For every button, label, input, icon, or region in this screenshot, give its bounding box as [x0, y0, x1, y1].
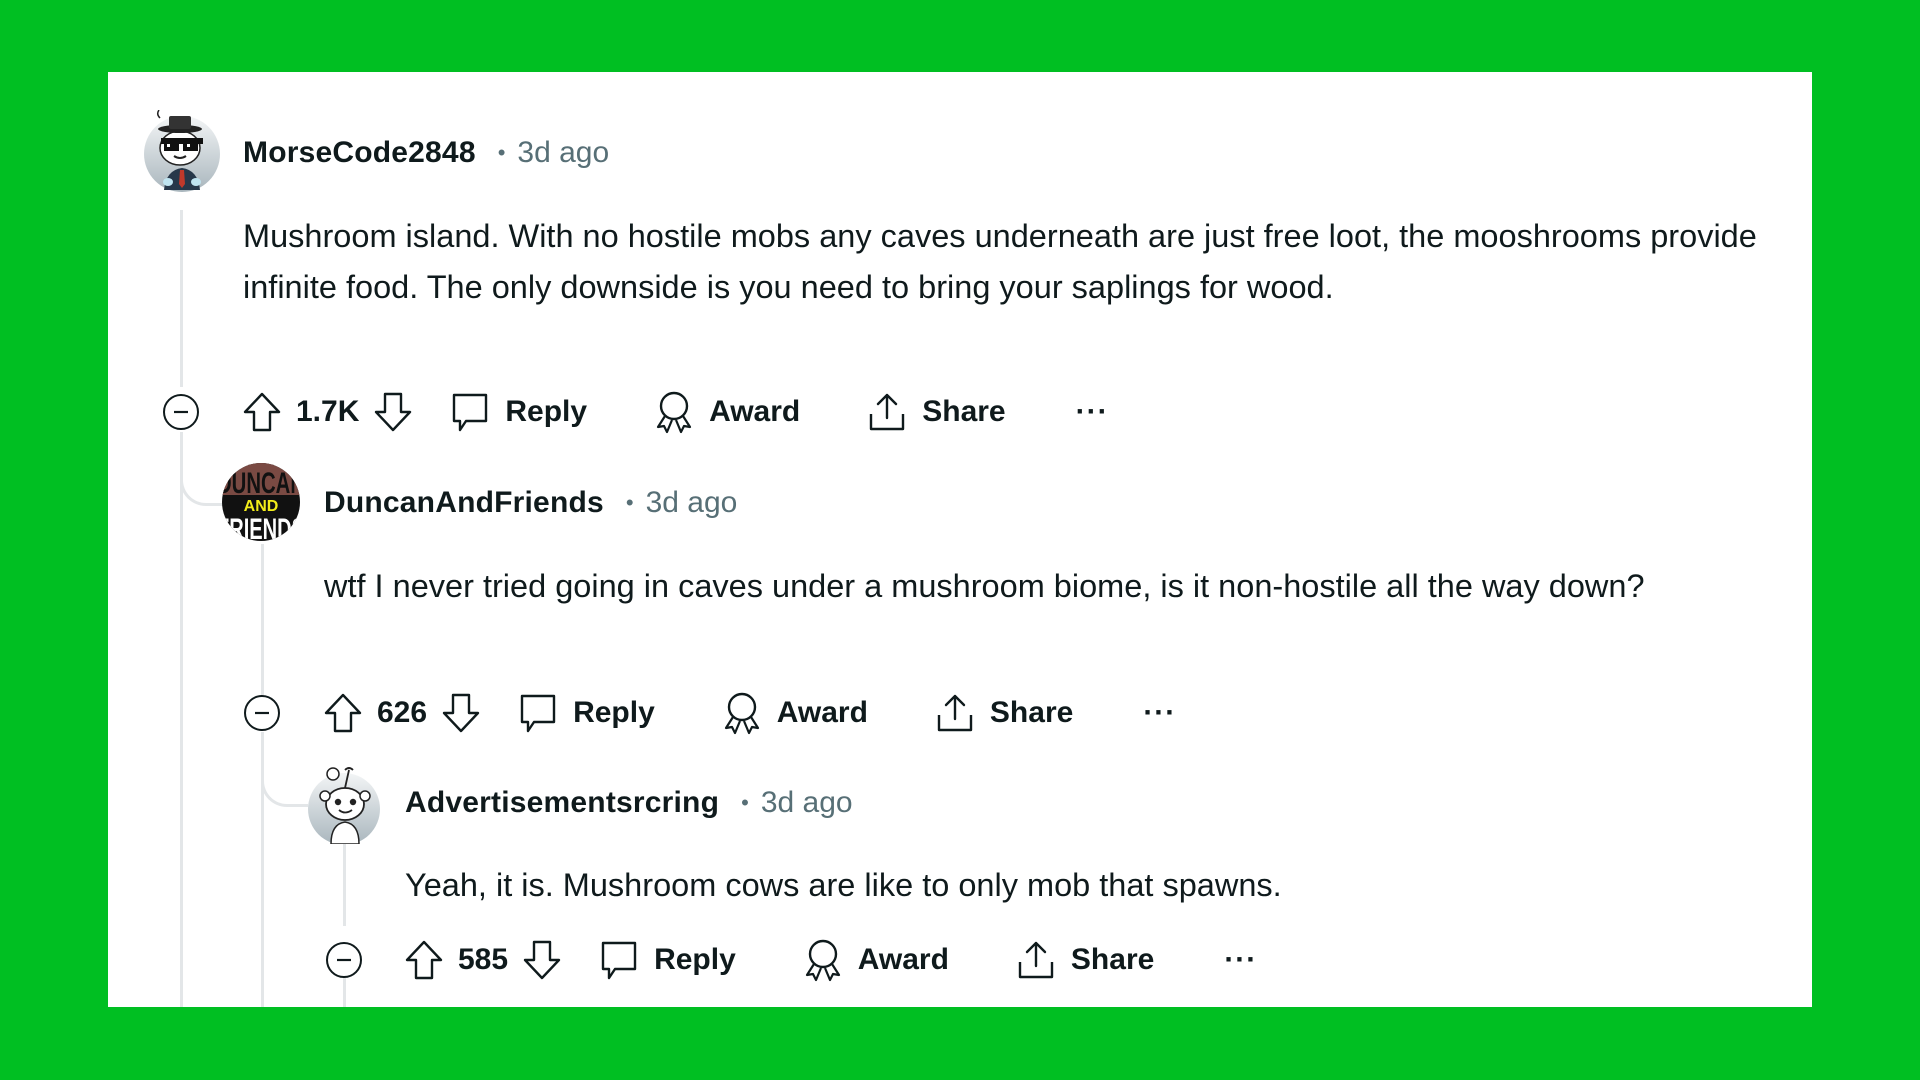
more-options-button[interactable]: ··· [1224, 943, 1257, 977]
upvote-arrow-icon[interactable] [242, 390, 282, 434]
share-button[interactable]: Share [1015, 938, 1154, 982]
award-ribbon-icon [724, 692, 759, 735]
thread-line-level-3[interactable] [343, 842, 346, 926]
award-button[interactable]: Award [802, 937, 949, 983]
comment-body: Mushroom island. With no hostile mobs an… [243, 218, 1757, 305]
duncan-and-friends-logo-icon: DUNCAN AND FRIENDS [222, 463, 300, 541]
reply-label: Reply [654, 943, 736, 976]
share-label: Share [989, 696, 1074, 729]
avatar-text-bot: FRIENDS [222, 513, 300, 541]
separator-dot: • [497, 140, 506, 165]
award-button[interactable]: Award [721, 690, 868, 736]
comment-meta: MorseCode2848 • 3d ago [243, 133, 609, 173]
more-options-button[interactable]: ··· [1076, 395, 1109, 429]
separator-dot: • [741, 790, 749, 815]
share-button[interactable]: Share [934, 691, 1073, 735]
avatar[interactable]: DUNCAN AND FRIENDS [222, 463, 300, 541]
upvote-arrow-icon[interactable] [323, 691, 363, 735]
reply-button[interactable]: Reply [517, 691, 655, 735]
avatar[interactable] [142, 109, 220, 192]
comment-meta: DuncanAndFriends • 3d ago [324, 483, 737, 523]
thread-branch-curve [261, 732, 308, 807]
downvote-arrow-icon[interactable] [522, 938, 562, 982]
thread-line-level-1[interactable] [180, 210, 183, 387]
award-ribbon-icon [656, 391, 692, 434]
share-label: Share [1070, 943, 1155, 976]
award-label: Award [857, 943, 949, 976]
snoo-avatar-hat-sunglasses-icon [144, 109, 220, 192]
collapse-thread-icon[interactable] [325, 941, 363, 979]
reply-label: Reply [505, 395, 588, 428]
username[interactable]: DuncanAndFriends [324, 486, 604, 520]
downvote-arrow-icon[interactable] [373, 390, 413, 434]
comment-bubble-icon [601, 941, 637, 980]
share-button[interactable]: Share [866, 390, 1006, 434]
vote-count: 626 [377, 696, 428, 729]
share-upload-icon [870, 393, 905, 431]
comment-actions: 1.7K Reply Award Share ··· [242, 387, 1109, 437]
share-label: Share [922, 395, 1006, 428]
avatar-text-top: DUNCAN [222, 467, 300, 500]
avatar[interactable] [305, 764, 383, 845]
upvote-arrow-icon[interactable] [404, 938, 444, 982]
award-button[interactable]: Award [653, 389, 800, 435]
snoo-default-avatar-icon [308, 767, 380, 845]
comment-body: wtf I never tried going in caves under a… [324, 568, 1645, 604]
thread-line-level-1-continued[interactable] [180, 432, 183, 1007]
comment-actions: 626 Reply Award Share ··· [323, 688, 1176, 738]
comment-body: Yeah, it is. Mushroom cows are like to o… [405, 867, 1282, 903]
more-options-button[interactable]: ··· [1143, 696, 1176, 730]
award-label: Award [709, 395, 801, 428]
timestamp[interactable]: 3d ago [517, 136, 609, 170]
thread-line-level-3-continued[interactable] [343, 978, 346, 1007]
share-upload-icon [1018, 941, 1054, 979]
vote-count: 585 [458, 943, 509, 976]
award-label: Award [776, 696, 868, 729]
thread-branch-curve [180, 432, 225, 506]
reply-button[interactable]: Reply [598, 938, 736, 982]
username[interactable]: MorseCode2848 [243, 136, 476, 170]
username[interactable]: Advertisementsrcring [405, 786, 719, 820]
collapse-thread-icon[interactable] [162, 393, 200, 431]
thread-line-level-2[interactable] [261, 544, 264, 713]
comment-meta: Advertisementsrcring • 3d ago [405, 783, 853, 823]
timestamp[interactable]: 3d ago [646, 486, 738, 520]
separator-dot: • [625, 490, 634, 515]
comment-actions: 585 Reply Award Share ··· [404, 935, 1257, 985]
reply-label: Reply [573, 696, 655, 729]
collapse-thread-icon[interactable] [243, 694, 281, 732]
timestamp[interactable]: 3d ago [761, 786, 853, 820]
award-ribbon-icon [805, 939, 840, 982]
comment-thread-card: MorseCode2848 • 3d ago Mushroom island. … [108, 72, 1812, 1007]
comment-bubble-icon [520, 694, 556, 733]
reply-button[interactable]: Reply [449, 390, 587, 434]
downvote-arrow-icon[interactable] [441, 691, 481, 735]
share-upload-icon [937, 694, 973, 732]
comment-bubble-icon [453, 393, 488, 432]
vote-count: 1.7K [296, 395, 360, 428]
